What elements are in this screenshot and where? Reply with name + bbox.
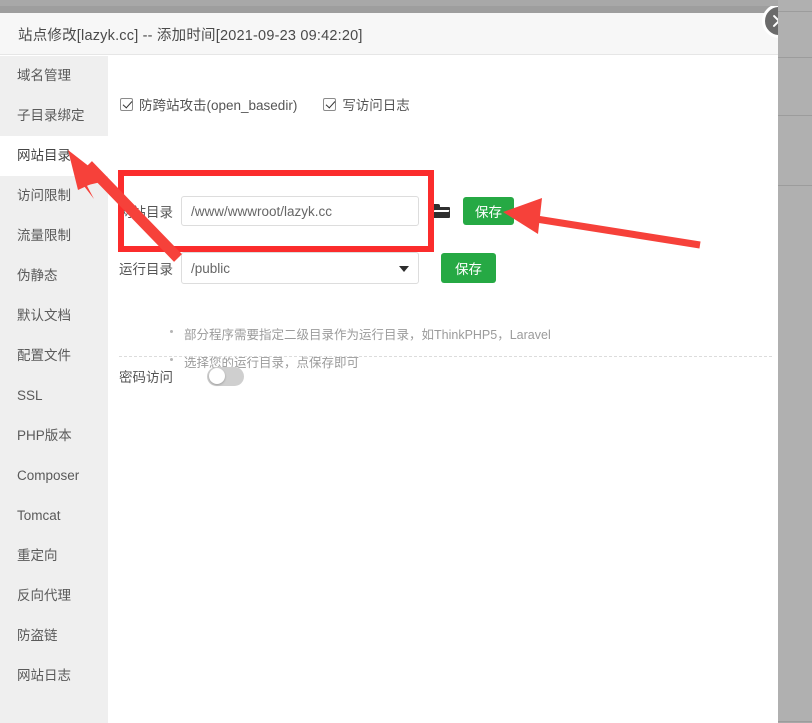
run-directory-selected-value: /public (191, 260, 231, 276)
run-directory-label: 运行目录 (119, 262, 173, 277)
checkbox-write-access-log[interactable]: 写访问日志 (323, 94, 410, 114)
checkbox-write-access-log-label: 写访问日志 (342, 98, 410, 113)
sidebar-item-website-log[interactable]: 网站日志 (0, 656, 108, 696)
folder-icon[interactable] (431, 203, 450, 219)
site-directory-row: 网站目录 保存 (119, 196, 514, 226)
options-checkbox-row: 防跨站攻击(open_basedir) 写访问日志 (120, 94, 410, 114)
dialog-title: 站点修改[lazyk.cc] -- 添加时间[2021-09-23 09:42:… (18, 28, 363, 44)
password-access-label: 密码访问 (119, 370, 173, 385)
dialog-titlebar: 站点修改[lazyk.cc] -- 添加时间[2021-09-23 09:42:… (0, 13, 778, 55)
section-divider (119, 356, 772, 357)
sidebar-item-ssl[interactable]: SSL (0, 376, 108, 416)
save-site-directory-button[interactable]: 保存 (463, 197, 514, 225)
sidebar-item-pseudo-static[interactable]: 伪静态 (0, 256, 108, 296)
sidebar-item-config-file[interactable]: 配置文件 (0, 336, 108, 376)
hint-item: 部分程序需要指定二级目录作为运行目录，如ThinkPHP5，Laravel (168, 324, 778, 343)
backdrop-band (778, 186, 812, 722)
password-access-toggle[interactable] (207, 366, 244, 386)
backdrop-band (778, 12, 812, 58)
save-run-directory-button[interactable]: 保存 (441, 253, 496, 283)
backdrop-band (778, 116, 812, 186)
sidebar-item-access-restriction[interactable]: 访问限制 (0, 176, 108, 216)
checkbox-checked-icon[interactable] (120, 97, 133, 111)
settings-content-panel: 防跨站攻击(open_basedir) 写访问日志 网站目录 保存 运行目录 /… (108, 56, 778, 723)
chevron-down-icon[interactable] (399, 266, 409, 272)
checkbox-open-basedir-label: 防跨站攻击(open_basedir) (139, 98, 298, 113)
sidebar-item-domain-management[interactable]: 域名管理 (0, 56, 108, 96)
sidebar-item-php-version[interactable]: PHP版本 (0, 416, 108, 456)
backdrop-band (778, 58, 812, 116)
toggle-knob (208, 368, 225, 384)
run-directory-row: 运行目录 /public 保存 (119, 252, 496, 284)
sidebar-item-traffic-limit[interactable]: 流量限制 (0, 216, 108, 256)
settings-sidebar: 域名管理 子目录绑定 网站目录 访问限制 流量限制 伪静态 默认文档 配置文件 … (0, 56, 108, 723)
password-access-row: 密码访问 (119, 366, 244, 386)
hint-item: 选择您的运行目录，点保存即可 (168, 352, 778, 371)
site-directory-label: 网站目录 (119, 205, 173, 220)
dialog-top-strip (0, 6, 778, 13)
sidebar-item-default-document[interactable]: 默认文档 (0, 296, 108, 336)
checkbox-checked-icon[interactable] (323, 97, 337, 111)
checkbox-open-basedir[interactable]: 防跨站攻击(open_basedir) (120, 94, 297, 114)
sidebar-item-composer[interactable]: Composer (0, 456, 108, 496)
sidebar-item-subdirectory-binding[interactable]: 子目录绑定 (0, 96, 108, 136)
sidebar-item-anti-leech[interactable]: 防盗链 (0, 616, 108, 656)
sidebar-item-tomcat[interactable]: Tomcat (0, 496, 108, 536)
sidebar-item-redirect[interactable]: 重定向 (0, 536, 108, 576)
sidebar-item-website-directory[interactable]: 网站目录 (0, 136, 108, 176)
run-directory-select[interactable]: /public (181, 252, 419, 284)
backdrop-band (778, 0, 812, 12)
sidebar-item-reverse-proxy[interactable]: 反向代理 (0, 576, 108, 616)
site-directory-input[interactable] (181, 196, 419, 226)
dialog-body: 域名管理 子目录绑定 网站目录 访问限制 流量限制 伪静态 默认文档 配置文件 … (0, 56, 778, 723)
site-edit-dialog: 站点修改[lazyk.cc] -- 添加时间[2021-09-23 09:42:… (0, 6, 778, 723)
